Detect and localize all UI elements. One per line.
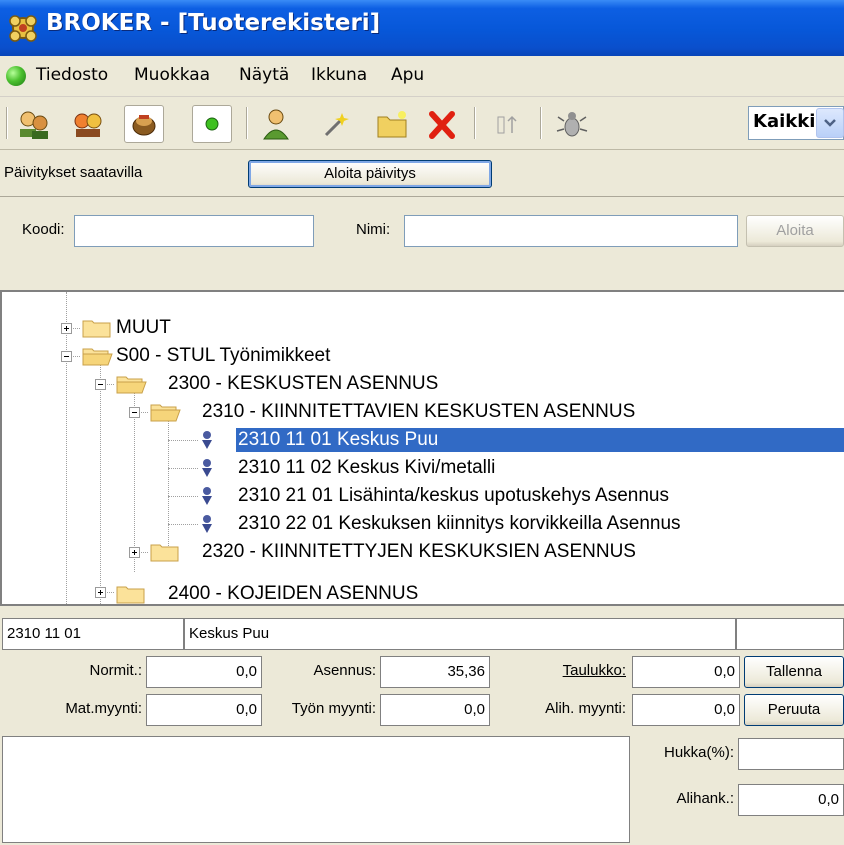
normit-field[interactable]: 0,0 xyxy=(146,656,262,688)
filter-combo[interactable]: Kaikki xyxy=(748,106,844,140)
code-label: Koodi: xyxy=(22,221,65,238)
folder-icon xyxy=(150,542,180,562)
mat-myynti-field[interactable]: 0,0 xyxy=(146,694,262,726)
alih-myynti-label: Alih. myynti: xyxy=(545,700,626,717)
menu-tiedosto[interactable]: Tiedosto xyxy=(36,65,108,85)
menu-ikkuna[interactable]: Ikkuna xyxy=(311,65,367,85)
tree-node-2320[interactable]: 2320 - KIINNITETTYJEN KESKUKSIEN ASENNUS xyxy=(202,540,636,564)
taulukko-link[interactable]: Taulukko: xyxy=(494,662,626,679)
toolbar xyxy=(0,97,844,150)
hukka-label: Hukka(%): xyxy=(663,744,734,761)
mat-myynti-label: Mat.myynti: xyxy=(65,700,142,717)
item-icon xyxy=(202,515,212,533)
filter-combo-value: Kaikki xyxy=(753,111,816,132)
taulukko-field[interactable]: 0,0 xyxy=(632,656,740,688)
open-folder-icon xyxy=(116,374,147,394)
folder-icon xyxy=(116,584,146,604)
search-panel: Koodi: Nimi: Aloita xyxy=(0,196,844,275)
open-folder-icon xyxy=(82,346,113,366)
open-folder-icon xyxy=(150,402,181,422)
expand-muut[interactable] xyxy=(61,323,72,334)
menu-bar: Tiedosto Muokkaa Näytä Ikkuna Apu xyxy=(0,56,844,97)
updates-bar: Päivitykset saatavilla Aloita päivitys xyxy=(0,150,844,196)
suppliers-icon[interactable] xyxy=(68,105,108,143)
tyon-myynti-label: Työn myynti: xyxy=(291,700,376,717)
detail-extra-field[interactable] xyxy=(736,618,844,650)
item-icon xyxy=(202,487,212,505)
cancel-button[interactable]: Peruuta xyxy=(744,694,844,726)
tyon-myynti-field[interactable]: 0,0 xyxy=(380,694,490,726)
tree-node-2310[interactable]: 2310 - KIINNITETTAVIEN KESKUSTEN ASENNUS xyxy=(202,400,635,424)
start-update-button[interactable]: Aloita päivitys xyxy=(248,160,492,188)
collapse-2310[interactable] xyxy=(129,407,140,418)
magic-wand-icon[interactable] xyxy=(316,105,356,143)
item-icon xyxy=(202,431,212,449)
asennus-label: Asennus: xyxy=(313,662,376,679)
normit-label: Normit.: xyxy=(89,662,143,679)
notes-textarea[interactable] xyxy=(2,736,630,843)
open-folder-icon[interactable] xyxy=(372,105,412,143)
menu-nayta[interactable]: Näytä xyxy=(239,65,289,85)
broker-app-icon xyxy=(9,15,37,42)
splitter[interactable] xyxy=(0,272,844,290)
search-start-button[interactable]: Aloita xyxy=(746,215,844,247)
name-label: Nimi: xyxy=(356,221,391,238)
tree-node-muut[interactable]: MUUT xyxy=(116,316,171,340)
products-icon[interactable] xyxy=(124,105,164,143)
hukka-field[interactable] xyxy=(738,738,844,770)
sort-icon[interactable] xyxy=(486,105,526,143)
updates-label: Päivitykset saatavilla xyxy=(4,164,143,181)
window-title: BROKER - [Tuoterekisteri] xyxy=(46,10,381,36)
tree-node-2400[interactable]: 2400 - KOJEIDEN ASENNUS xyxy=(168,582,418,604)
detail-code-field[interactable]: 2310 11 01 xyxy=(2,618,184,650)
tree-node-s00[interactable]: S00 - STUL Työnimikkeet xyxy=(116,344,330,368)
item-icon xyxy=(202,459,212,477)
alihank-label: Alihank.: xyxy=(676,790,734,807)
detail-name-field[interactable]: Keskus Puu xyxy=(184,618,736,650)
tree-node-2310-11-02[interactable]: 2310 11 02 Keskus Kivi/metalli xyxy=(238,456,495,480)
save-button[interactable]: Tallenna xyxy=(744,656,844,688)
menu-apu[interactable]: Apu xyxy=(391,65,424,85)
alihank-field[interactable]: 0,0 xyxy=(738,784,844,816)
code-input[interactable] xyxy=(74,215,314,247)
delete-icon[interactable] xyxy=(422,105,462,143)
collapse-2300[interactable] xyxy=(95,379,106,390)
tree-node-2310-11-01[interactable]: 2310 11 01 Keskus Puu xyxy=(236,428,844,452)
expand-2320[interactable] xyxy=(129,547,140,558)
collapse-s00[interactable] xyxy=(61,351,72,362)
green-status-icon[interactable] xyxy=(6,66,26,86)
name-input[interactable] xyxy=(404,215,738,247)
tree-node-2310-21-01[interactable]: 2310 21 01 Lisähinta/keskus upotuskehys … xyxy=(238,484,669,508)
tree-node-2310-22-01[interactable]: 2310 22 01 Keskuksen kiinnitys korvikkei… xyxy=(238,512,681,536)
tree-node-2300[interactable]: 2300 - KESKUSTEN ASENNUS xyxy=(168,372,438,396)
filter-bug-icon[interactable] xyxy=(552,105,592,143)
folder-icon xyxy=(82,318,112,338)
person-icon[interactable] xyxy=(256,105,296,143)
product-tree[interactable]: MUUT S00 - STUL Työnimikkeet 2300 - KESK… xyxy=(0,290,844,604)
title-bar[interactable]: BROKER - [Tuoterekisteri] xyxy=(0,0,844,56)
alih-myynti-field[interactable]: 0,0 xyxy=(632,694,740,726)
asennus-field[interactable]: 35,36 xyxy=(380,656,490,688)
customers-icon[interactable] xyxy=(14,105,54,143)
menu-muokkaa[interactable]: Muokkaa xyxy=(134,65,210,85)
chevron-down-icon[interactable] xyxy=(816,108,844,138)
green-dot-icon[interactable] xyxy=(192,105,232,143)
expand-2400[interactable] xyxy=(95,587,106,598)
